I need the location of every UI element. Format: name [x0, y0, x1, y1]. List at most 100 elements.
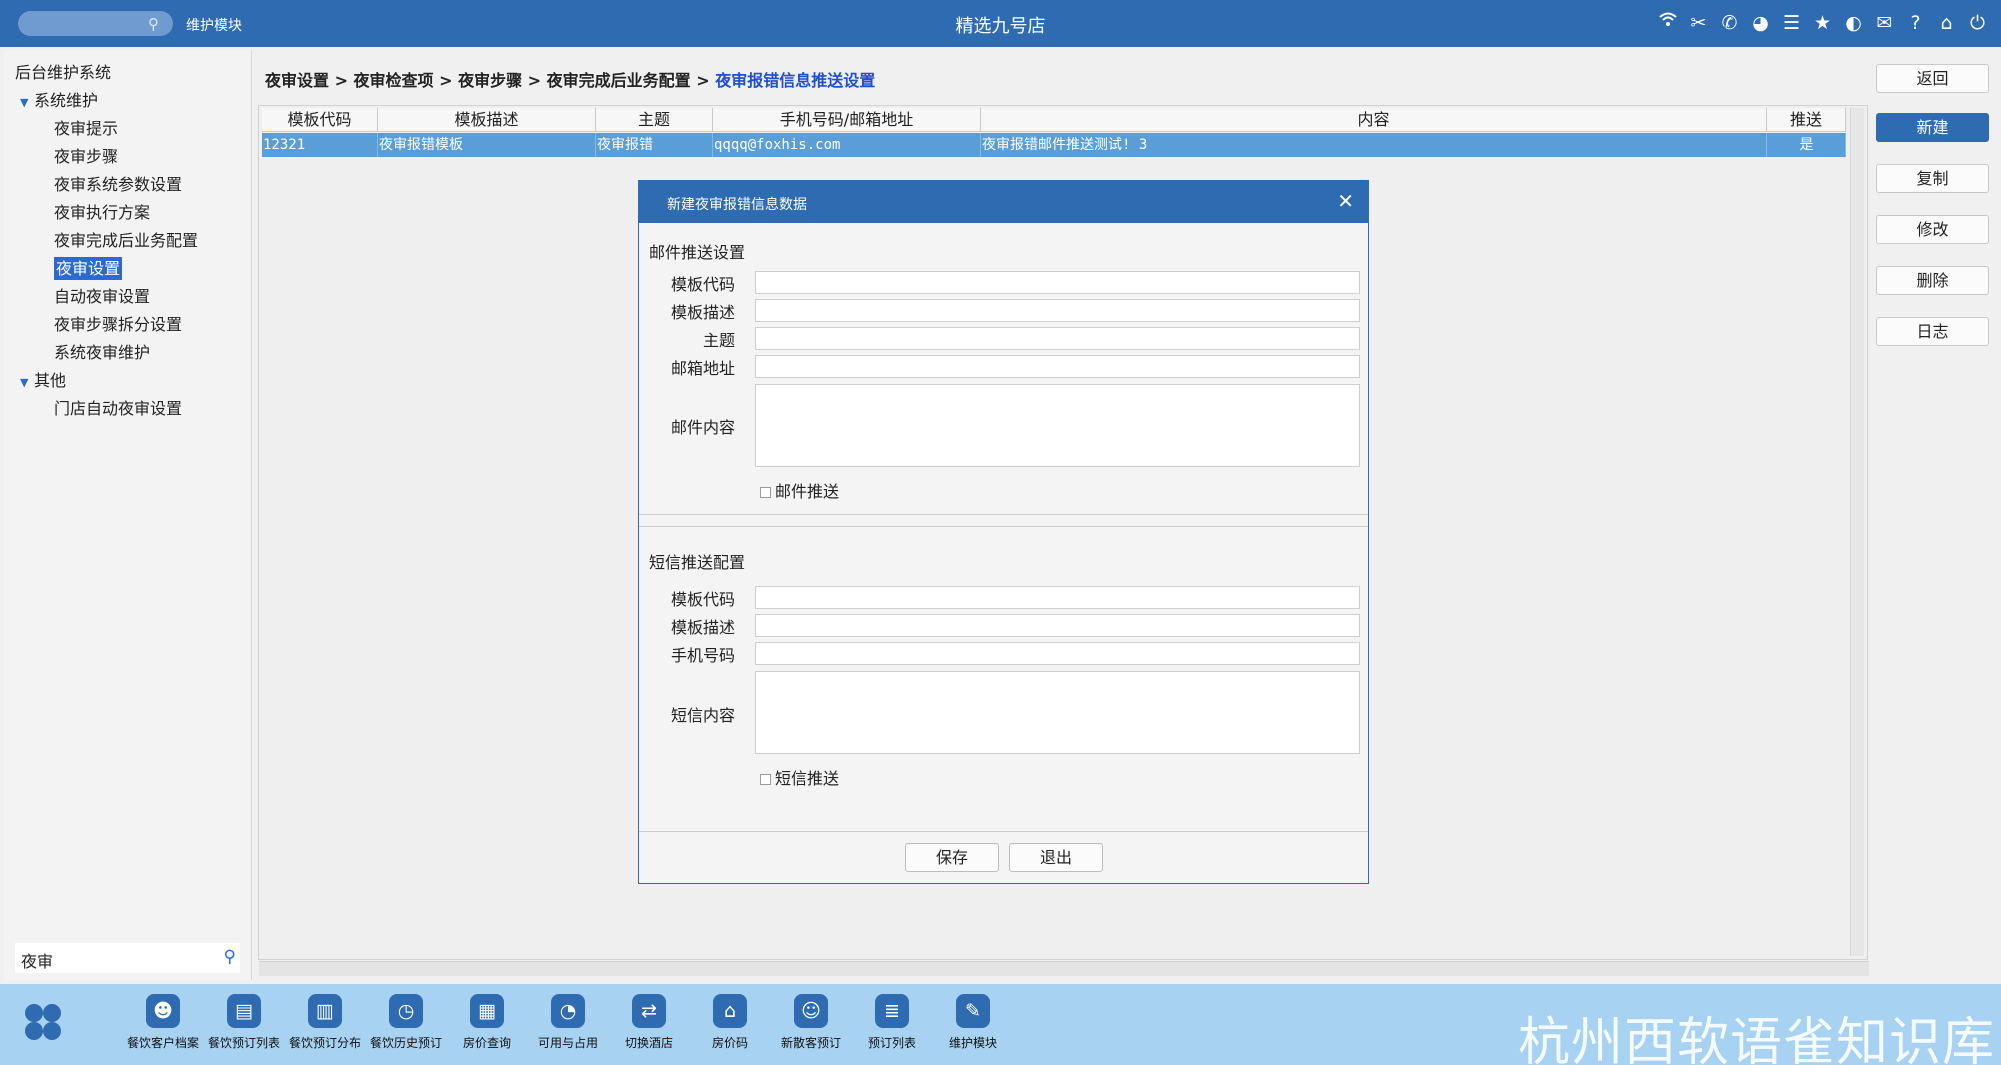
power-icon[interactable]: ⏻	[1966, 9, 1989, 37]
sidebar-item-execution-plan[interactable]: 夜审执行方案	[54, 199, 150, 223]
tools-icon[interactable]: ✂	[1687, 9, 1710, 37]
column-header[interactable]: 推送	[1767, 108, 1846, 131]
sidebar-item-system-params[interactable]: 夜审系统参数设置	[54, 171, 182, 195]
sidebar-group-other[interactable]: ▼ 其他	[20, 367, 66, 391]
email-template-desc-input[interactable]	[755, 299, 1360, 322]
sidebar-item-night-audit-steps[interactable]: 夜审步骤	[54, 143, 118, 167]
column-header[interactable]: 内容	[981, 108, 1767, 131]
expand-triangle-icon[interactable]: ▼	[20, 96, 34, 109]
sidebar-item-auto-night-audit[interactable]: 自动夜审设置	[54, 283, 150, 307]
sms-content-label: 短信内容	[670, 706, 735, 725]
taskbar-dining-customer[interactable]: ☻ 餐饮客户档案	[123, 994, 203, 1051]
breadcrumb: 夜审设置 > 夜审检查项 > 夜审步骤 > 夜审完成后业务配置 > 夜审报错信息…	[265, 67, 875, 91]
search-doc-icon: ▦	[470, 994, 504, 1028]
sidebar-search-input[interactable]: 夜审 ⚲	[15, 943, 240, 973]
sms-phone-input[interactable]	[755, 642, 1360, 665]
taskbar-rate-query[interactable]: ▦ 房价查询	[447, 994, 527, 1051]
email-address-label: 邮箱地址	[670, 359, 735, 378]
search-icon[interactable]: ⚲	[148, 15, 159, 33]
new-button[interactable]: 新建	[1876, 113, 1989, 142]
checkbox-box[interactable]	[760, 774, 771, 785]
moon-icon[interactable]: ◐	[1842, 9, 1865, 37]
email-address-input[interactable]	[755, 355, 1360, 378]
phone-icon[interactable]: ✆	[1718, 9, 1741, 37]
palette-icon[interactable]: ◕	[1749, 9, 1772, 37]
vertical-scrollbar[interactable]	[1850, 108, 1864, 956]
clock-icon: ◷	[389, 994, 423, 1028]
home-icon[interactable]: ⌂	[1935, 9, 1958, 37]
column-header[interactable]: 模板描述	[378, 108, 596, 131]
switch-icon: ⇄	[632, 994, 666, 1028]
email-template-code-input[interactable]	[755, 271, 1360, 294]
email-section-title: 邮件推送设置	[649, 243, 746, 262]
taskbar-new-walkin[interactable]: ☺ 新散客预订	[771, 994, 851, 1051]
wrench-icon: ✎	[956, 994, 990, 1028]
taskbar-booking-list[interactable]: ≣ 预订列表	[852, 994, 932, 1051]
help-icon[interactable]: ?	[1904, 9, 1927, 37]
table-row[interactable]: 12321 夜审报错模板 夜审报错 qqqq@foxhis.com 夜审报错邮件…	[262, 133, 1846, 157]
edit-button[interactable]: 修改	[1876, 215, 1989, 244]
table-cell: 12321	[262, 133, 378, 157]
sms-template-desc-input[interactable]	[755, 614, 1360, 637]
add-user-icon: ☺	[794, 994, 828, 1028]
log-button[interactable]: 日志	[1876, 317, 1989, 346]
sms-template-desc-label: 模板描述	[670, 618, 735, 637]
exit-button[interactable]: 退出	[1009, 843, 1103, 872]
menu-icon[interactable]: ☰	[1780, 9, 1803, 37]
column-header[interactable]: 主题	[596, 108, 713, 131]
sidebar-item-night-audit-tips[interactable]: 夜审提示	[54, 115, 118, 139]
watermark: 杭州西软语雀知识库	[1517, 1013, 1995, 1065]
taskbar-dining-history[interactable]: ◷ 餐饮历史预订	[366, 994, 446, 1051]
user-icon: ☻	[146, 994, 180, 1028]
module-name: 维护模块	[186, 18, 242, 34]
taskbar-rate-code[interactable]: ⌂ 房价码	[690, 994, 770, 1051]
table-cell: 夜审报错邮件推送测试! 3	[981, 133, 1767, 157]
close-icon[interactable]: ✕	[1337, 189, 1354, 213]
sms-push-checkbox[interactable]: 短信推送	[760, 765, 839, 789]
mail-icon[interactable]: ✉	[1873, 9, 1896, 37]
sidebar-group-system[interactable]: ▼ 系统维护	[20, 87, 98, 111]
sidebar-item-store-auto-audit[interactable]: 门店自动夜审设置	[54, 395, 182, 419]
wifi-icon[interactable]	[1656, 9, 1679, 37]
email-template-code-label: 模板代码	[670, 275, 735, 294]
app-logo-icon[interactable]	[22, 1001, 64, 1043]
breadcrumb-current: 夜审报错信息推送设置	[715, 71, 876, 90]
sidebar-item-post-audit-config[interactable]: 夜审完成后业务配置	[54, 227, 198, 251]
email-template-desc-label: 模板描述	[670, 303, 735, 322]
sms-section-title: 短信推送配置	[649, 553, 746, 572]
table-cell: qqqq@foxhis.com	[713, 133, 981, 157]
breadcrumb-path[interactable]: 夜审设置 > 夜审检查项 > 夜审步骤 > 夜审完成后业务配置 >	[265, 71, 710, 90]
taskbar-availability[interactable]: ◔ 可用与占用	[528, 994, 608, 1051]
horizontal-scrollbar[interactable]	[259, 961, 1869, 976]
dialog-title-bar: 新建夜审报错信息数据 ✕	[639, 181, 1368, 223]
table-header: 模板代码 模板描述 主题 手机号码/邮箱地址 内容 推送	[262, 108, 1846, 132]
sidebar-root[interactable]: 后台维护系统	[15, 59, 111, 83]
search-icon[interactable]: ⚲	[224, 947, 236, 967]
sidebar-item-system-maintenance[interactable]: 系统夜审维护	[54, 339, 150, 363]
taskbar-dining-booking-list[interactable]: ▤ 餐饮预订列表	[204, 994, 284, 1051]
sidebar-item-step-split[interactable]: 夜审步骤拆分设置	[54, 311, 182, 335]
column-header[interactable]: 模板代码	[262, 108, 378, 131]
building-icon: ▥	[308, 994, 342, 1028]
copy-button[interactable]: 复制	[1876, 164, 1989, 193]
email-push-checkbox[interactable]: 邮件推送	[760, 478, 839, 502]
email-content-textarea[interactable]	[755, 384, 1360, 467]
sms-content-textarea[interactable]	[755, 671, 1360, 754]
table-cell: 是	[1767, 133, 1846, 157]
back-button[interactable]: 返回	[1876, 64, 1989, 93]
pie-icon: ◔	[551, 994, 585, 1028]
email-subject-input[interactable]	[755, 327, 1360, 350]
taskbar-switch-hotel[interactable]: ⇄ 切换酒店	[609, 994, 689, 1051]
sidebar-item-night-audit-settings[interactable]: 夜审设置	[54, 255, 123, 280]
sms-template-code-input[interactable]	[755, 586, 1360, 609]
checkbox-box[interactable]	[760, 487, 771, 498]
section-divider	[639, 514, 1368, 515]
global-search-input[interactable]: ⚲	[18, 11, 173, 36]
taskbar-maintenance[interactable]: ✎ 维护模块	[933, 994, 1013, 1051]
save-button[interactable]: 保存	[905, 843, 999, 872]
star-icon[interactable]: ★	[1811, 9, 1834, 37]
taskbar-dining-booking-dist[interactable]: ▥ 餐饮预订分布	[285, 994, 365, 1051]
expand-triangle-icon[interactable]: ▼	[20, 376, 34, 389]
delete-button[interactable]: 删除	[1876, 266, 1989, 295]
column-header[interactable]: 手机号码/邮箱地址	[713, 108, 981, 131]
